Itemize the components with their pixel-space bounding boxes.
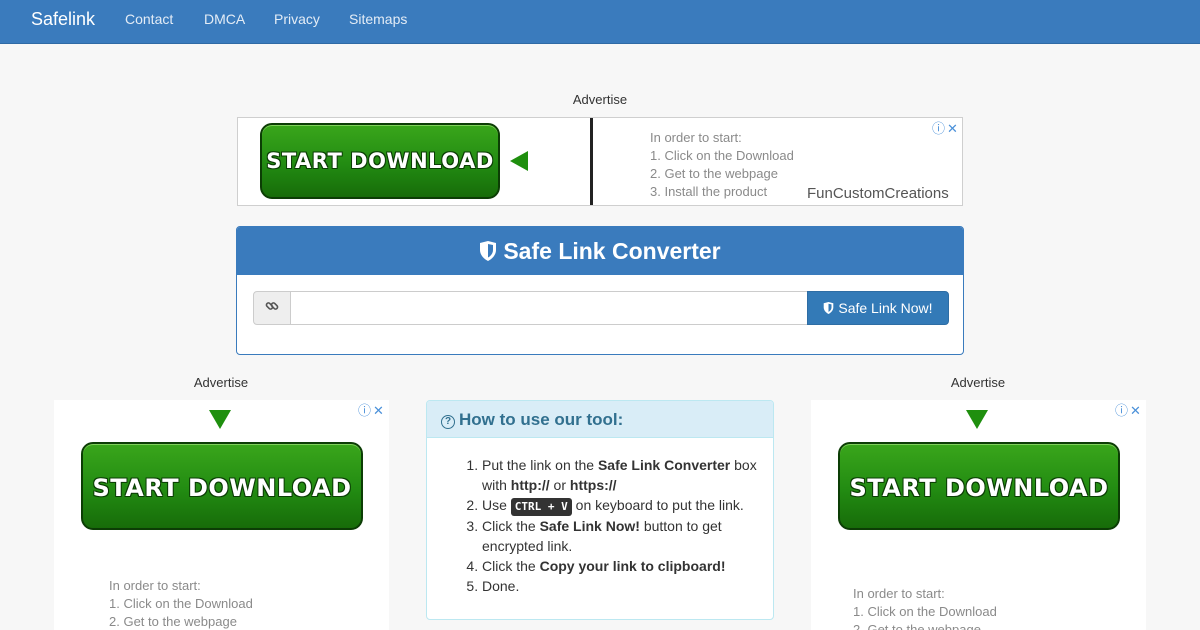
side-ad-right[interactable]: ⓘ✕ START DOWNLOAD In order to start: 1. …: [811, 400, 1146, 630]
advertise-label-left: Advertise: [193, 375, 249, 390]
question-icon: ?: [441, 415, 455, 429]
ad-step: 1. Click on the Download: [853, 604, 997, 619]
brand-logo[interactable]: Safelink: [31, 9, 95, 30]
ad-sponsor[interactable]: FunCustomCreations: [807, 185, 949, 202]
nav-link-sitemaps[interactable]: Sitemaps: [349, 11, 407, 27]
list-item: Use CTRL + V on keyboard to put the link…: [482, 495, 767, 516]
converter-header: Safe Link Converter: [237, 227, 963, 275]
advertise-label-right: Advertise: [950, 375, 1006, 390]
link-input-group: Safe Link Now!: [253, 291, 949, 325]
ad-step: 2. Get to the webpage: [650, 166, 778, 181]
ad-instructions: In order to start: 1. Click on the Downl…: [853, 585, 997, 630]
arrow-down-icon: [966, 410, 988, 429]
ad-steps-title: In order to start:: [650, 130, 742, 145]
ad-step: 2. Get to the webpage: [109, 614, 237, 629]
ad-step: 2. Get to the webpage: [853, 622, 981, 630]
start-download-button[interactable]: START DOWNLOAD: [838, 442, 1120, 530]
arrow-left-icon: [510, 151, 528, 171]
arrow-down-icon: [209, 410, 231, 429]
banner-ad[interactable]: START DOWNLOAD In order to start: 1. Cli…: [237, 117, 963, 206]
kbd-shortcut: CTRL + V: [510, 498, 572, 516]
list-item: Click the Copy your link to clipboard!: [482, 556, 767, 576]
how-to-title: How to use our tool:: [459, 410, 624, 429]
list-item: Put the link on the Safe Link Converter …: [482, 455, 767, 495]
shield-icon: [480, 241, 497, 261]
adchoices-icon[interactable]: ⓘ✕: [358, 400, 386, 419]
ad-instructions: In order to start: 1. Click on the Downl…: [109, 577, 253, 630]
ad-steps-title: In order to start:: [109, 578, 201, 593]
adchoices-icon[interactable]: ⓘ✕: [1115, 400, 1143, 419]
safe-link-now-label: Safe Link Now!: [838, 300, 933, 316]
ad-step: 1. Click on the Download: [650, 148, 794, 163]
safe-link-now-button[interactable]: Safe Link Now!: [807, 291, 949, 325]
list-item: Done.: [482, 576, 767, 596]
how-to-steps: Put the link on the Safe Link Converter …: [482, 455, 767, 596]
how-to-box: ? How to use our tool: Put the link on th…: [426, 400, 774, 620]
converter-title: Safe Link Converter: [503, 238, 721, 264]
side-ad-left[interactable]: ⓘ✕ START DOWNLOAD In order to start: 1. …: [54, 400, 389, 630]
start-download-button[interactable]: START DOWNLOAD: [81, 442, 363, 530]
url-input[interactable]: [290, 291, 808, 325]
ad-steps-title: In order to start:: [853, 586, 945, 601]
start-download-button[interactable]: START DOWNLOAD: [260, 123, 500, 199]
adchoices-icon[interactable]: ⓘ✕: [932, 118, 960, 137]
ad-step: 3. Install the product: [650, 184, 768, 199]
shield-icon: [824, 302, 834, 314]
ad-instructions: In order to start: 1. Click on the Downl…: [650, 129, 794, 201]
ad-divider: [590, 118, 593, 205]
how-to-header: ? How to use our tool:: [427, 401, 773, 438]
list-item: Click the Safe Link Now! button to get e…: [482, 516, 767, 556]
nav-link-dmca[interactable]: DMCA: [204, 11, 245, 27]
nav-link-privacy[interactable]: Privacy: [274, 11, 320, 27]
advertise-label-top: Advertise: [572, 92, 628, 107]
navbar: Safelink Contact DMCA Privacy Sitemaps: [0, 0, 1200, 44]
link-icon: [253, 291, 291, 325]
nav-link-contact[interactable]: Contact: [125, 11, 173, 27]
converter-panel: Safe Link Converter Safe Link Now!: [236, 226, 964, 355]
ad-step: 1. Click on the Download: [109, 596, 253, 611]
